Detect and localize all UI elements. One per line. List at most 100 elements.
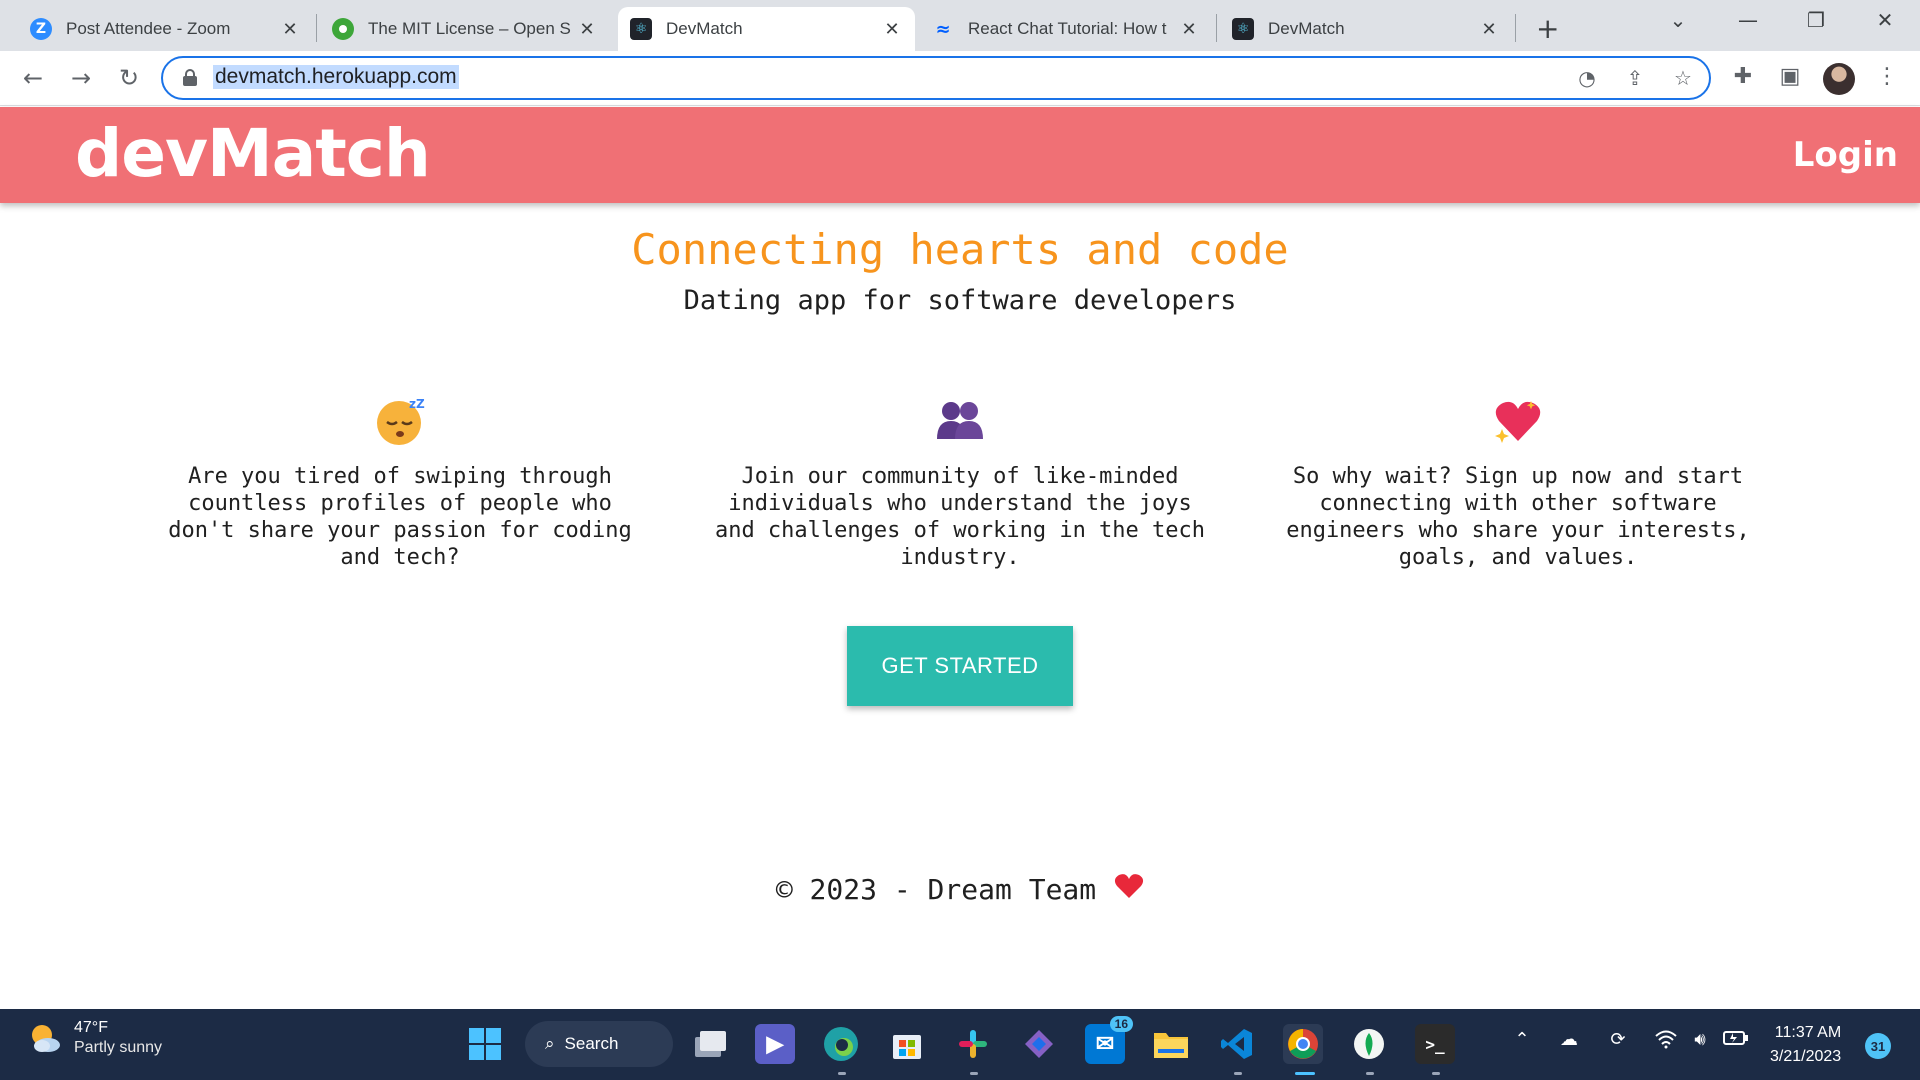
close-tab-icon[interactable]: ✕: [279, 19, 301, 40]
feature-card: Join our community of like-minded indivi…: [710, 391, 1210, 571]
edge-icon[interactable]: [821, 1024, 861, 1064]
clock-time: 11:37 AM: [1774, 1024, 1842, 1041]
tab-divider: [316, 14, 317, 42]
site-footer: © 2023 - Dream Team: [0, 872, 1920, 906]
tab-zoom[interactable]: Z Post Attendee - Zoom ✕: [18, 7, 313, 51]
page-headline: Connecting hearts and code: [631, 225, 1289, 274]
tab-title: DevMatch: [666, 19, 743, 38]
tab-title: React Chat Tutorial: How t: [968, 19, 1167, 38]
system-clock[interactable]: 11:37 AM 3/21/2023: [1770, 1021, 1841, 1069]
close-tab-icon[interactable]: ✕: [576, 19, 598, 40]
login-link[interactable]: Login: [1793, 135, 1898, 175]
teams-chat-icon[interactable]: ▶: [755, 1024, 795, 1064]
mail-badge: 16: [1109, 1016, 1133, 1032]
site-logo[interactable]: devMatch: [75, 115, 431, 192]
sync-icon[interactable]: ⟳: [1604, 1029, 1632, 1050]
wifi-icon[interactable]: [1652, 1029, 1680, 1054]
volume-icon[interactable]: 🔊︎: [1686, 1029, 1714, 1050]
feature-text: So why wait? Sign up now and start conne…: [1286, 464, 1750, 570]
stream-icon: ≈: [935, 18, 951, 40]
address-bar[interactable]: devmatch.herokuapp.com ◔ ⇪ ☆: [161, 56, 1711, 100]
copilot-icon[interactable]: [1019, 1024, 1059, 1064]
close-tab-icon[interactable]: ✕: [1178, 19, 1200, 40]
sleepy-face-icon: zZ: [150, 391, 650, 451]
terminal-icon[interactable]: >_: [1415, 1024, 1455, 1064]
mongodb-compass-icon[interactable]: [1349, 1024, 1389, 1064]
battery-icon[interactable]: [1722, 1029, 1750, 1052]
minimize-button[interactable]: —: [1733, 8, 1763, 32]
tab-mit-license[interactable]: The MIT License – Open S ✕: [320, 7, 610, 51]
new-tab-button[interactable]: +: [1536, 12, 1559, 45]
onedrive-icon[interactable]: ☁: [1555, 1029, 1583, 1050]
menu-icon[interactable]: ⋮: [1872, 64, 1902, 89]
footer-text: © 2023 - Dream Team: [775, 872, 1097, 906]
active-indicator: [1295, 1072, 1315, 1075]
running-indicator: [1234, 1072, 1242, 1075]
performance-icon[interactable]: ◔: [1573, 66, 1601, 90]
slack-icon[interactable]: [953, 1024, 993, 1064]
search-label: Search: [564, 1034, 619, 1053]
tab-search-icon[interactable]: ⌄: [1663, 8, 1693, 32]
tab-devmatch[interactable]: ⚛ DevMatch ✕: [1220, 7, 1512, 51]
page-viewport: devMatch Login Connecting hearts and cod…: [0, 107, 1920, 1009]
get-started-button[interactable]: GET STARTED: [847, 626, 1073, 706]
weather-widget[interactable]: 47°F Partly sunny: [28, 1019, 162, 1057]
svg-text:zZ: zZ: [409, 397, 425, 411]
restore-button[interactable]: ❐: [1801, 8, 1831, 32]
react-icon: ⚛: [630, 18, 652, 40]
sparkling-heart-icon: [1268, 391, 1768, 451]
tab-title: The MIT License – Open S: [368, 19, 571, 38]
running-indicator: [838, 1072, 846, 1075]
zoom-icon: Z: [30, 18, 52, 40]
tab-divider: [1216, 14, 1217, 42]
chrome-icon[interactable]: [1283, 1024, 1323, 1064]
lock-icon[interactable]: [183, 69, 197, 86]
extensions-icon[interactable]: ✚: [1728, 64, 1758, 89]
file-explorer-icon[interactable]: [1151, 1024, 1191, 1064]
close-tab-icon[interactable]: ✕: [881, 19, 903, 40]
taskbar: 47°F Partly sunny ⌕ Search ▶ ✉ 16 >_ ⌃ ☁…: [0, 1009, 1920, 1080]
tab-title: DevMatch: [1268, 19, 1345, 38]
running-indicator: [1366, 1072, 1374, 1075]
url-text[interactable]: devmatch.herokuapp.com: [213, 65, 459, 89]
notification-badge[interactable]: 31: [1865, 1033, 1891, 1059]
share-icon[interactable]: ⇪: [1621, 66, 1649, 90]
running-indicator: [970, 1072, 978, 1075]
weather-description: Partly sunny: [74, 1039, 163, 1056]
start-button[interactable]: [465, 1024, 505, 1064]
taskbar-search[interactable]: ⌕ Search: [525, 1021, 673, 1067]
back-button[interactable]: ←: [18, 64, 48, 92]
two-people-icon: [710, 391, 1210, 451]
browser-toolbar: ← → ↻ devmatch.herokuapp.com ◔ ⇪ ☆ ✚ ▣ ⋮: [0, 51, 1920, 106]
tab-devmatch-active[interactable]: ⚛ DevMatch ✕: [618, 7, 915, 51]
profile-avatar[interactable]: [1823, 63, 1855, 95]
page-subheadline: Dating app for software developers: [683, 285, 1237, 316]
feature-card: So why wait? Sign up now and start conne…: [1268, 391, 1768, 571]
tab-strip: Z Post Attendee - Zoom ✕ The MIT License…: [0, 0, 1920, 51]
bookmark-star-icon[interactable]: ☆: [1669, 66, 1697, 90]
mail-icon[interactable]: ✉ 16: [1085, 1016, 1133, 1064]
feature-text: Join our community of like-minded indivi…: [714, 464, 1206, 570]
running-indicator: [1432, 1072, 1440, 1075]
weather-temperature: 47°F: [74, 1019, 108, 1036]
tab-react-chat[interactable]: ≈ React Chat Tutorial: How t ✕: [920, 7, 1212, 51]
side-panel-icon[interactable]: ▣: [1775, 64, 1805, 89]
close-tab-icon[interactable]: ✕: [1478, 19, 1500, 40]
tab-title: Post Attendee - Zoom: [66, 19, 231, 38]
task-view-icon[interactable]: [690, 1024, 730, 1064]
heart-icon: [1114, 872, 1144, 906]
close-window-button[interactable]: ✕: [1870, 8, 1900, 32]
vscode-icon[interactable]: [1217, 1024, 1257, 1064]
forward-button[interactable]: →: [66, 64, 96, 92]
site-navbar: devMatch Login: [0, 107, 1920, 203]
tab-divider: [1515, 14, 1516, 42]
microsoft-store-icon[interactable]: [887, 1024, 927, 1064]
partly-sunny-icon: [28, 1021, 62, 1055]
react-icon: ⚛: [1232, 18, 1254, 40]
reload-button[interactable]: ↻: [114, 64, 144, 92]
feature-text: Are you tired of swiping through countle…: [168, 464, 632, 570]
clock-date: 3/21/2023: [1770, 1048, 1842, 1065]
search-icon: ⌕: [545, 1034, 555, 1053]
show-hidden-icons[interactable]: ⌃: [1508, 1029, 1536, 1050]
osi-icon: [332, 18, 354, 40]
